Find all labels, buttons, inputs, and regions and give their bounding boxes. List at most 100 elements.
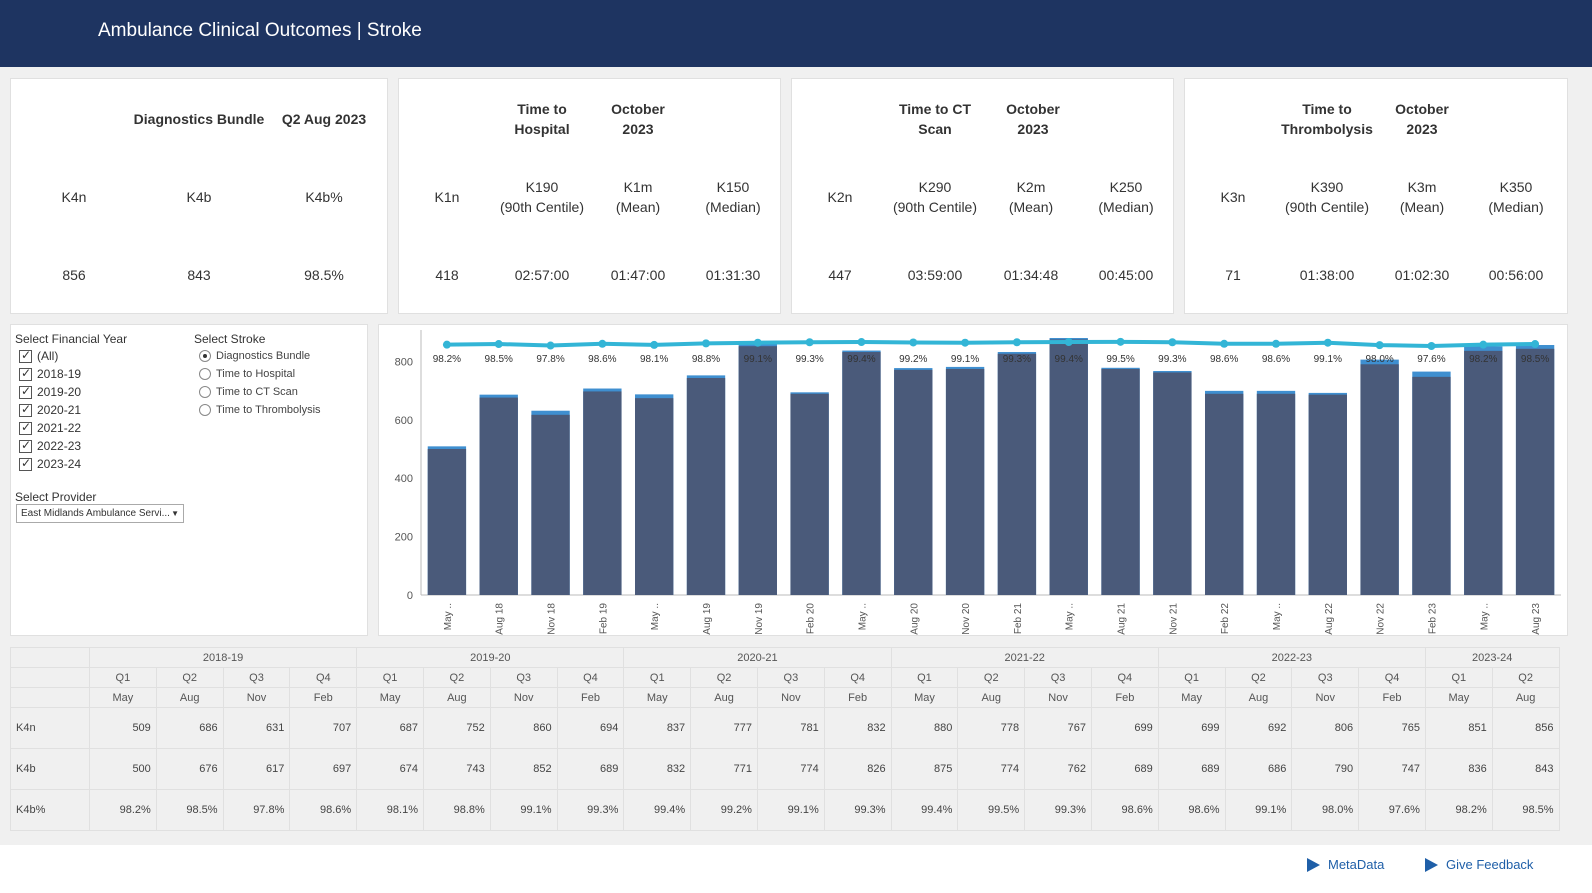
line-point <box>442 340 451 349</box>
bar-k4b <box>997 353 1037 595</box>
feedback-label: Give Feedback <box>1446 857 1534 872</box>
kpi-header: K350 <box>1499 179 1533 195</box>
line-point <box>805 338 814 347</box>
table-cell: 774 <box>957 748 1026 790</box>
bar-k4b <box>1153 372 1192 595</box>
table-cell: 686 <box>155 707 224 749</box>
checkbox-checked-icon[interactable] <box>19 456 32 471</box>
year-option[interactable]: (All) <box>19 348 58 363</box>
give-feedback-link[interactable]: Give Feedback <box>1425 857 1533 872</box>
x-tick-label: May .. <box>650 603 661 630</box>
month-header: Nov <box>1024 687 1092 708</box>
kpi-header: K390 <box>1310 179 1344 195</box>
year-option[interactable]: 2022-23 <box>19 438 81 453</box>
row-label: K4b <box>10 748 90 790</box>
bar-k4b <box>686 378 726 595</box>
kpi-header-sub: (Mean) <box>1008 199 1054 215</box>
table-cell: 699 <box>1157 707 1226 749</box>
checkbox-checked-icon[interactable] <box>19 402 32 417</box>
year-option[interactable]: 2021-22 <box>19 420 81 435</box>
kpi-header: K3m <box>1407 179 1437 195</box>
kpi-card-hospital: Time to Hospital October 2023 K1n K190 (… <box>398 78 781 314</box>
bar-k4b <box>1049 339 1088 595</box>
table-cell: 860 <box>489 707 558 749</box>
kpi-header-sub: (Median) <box>705 199 761 215</box>
kpi-period: 2023 <box>1017 121 1049 137</box>
table-cell: 98.5% <box>1491 789 1560 831</box>
checkbox-checked-icon[interactable] <box>19 366 32 381</box>
kpi-header: K4b <box>186 189 212 205</box>
radio-icon[interactable] <box>199 386 211 398</box>
bar-k4b <box>479 397 518 595</box>
line-point <box>1375 341 1384 350</box>
quarter-header: Q4 <box>289 667 358 688</box>
radio-icon[interactable] <box>199 368 211 380</box>
quarter-header: Q2 <box>422 667 491 688</box>
year-option-label: 2019-20 <box>37 385 82 399</box>
table-cell: 689 <box>556 748 625 790</box>
table-cell: 99.2% <box>690 789 758 831</box>
year-filter-label: Select Financial Year <box>15 332 128 346</box>
table-cell: 699 <box>1090 707 1159 749</box>
kpi-card-thrombolysis: Time to Thrombolysis October 2023 K3n K3… <box>1184 78 1568 314</box>
x-tick-label: Feb 23 <box>1427 603 1438 635</box>
year-option[interactable]: 2019-20 <box>19 384 82 399</box>
year-option[interactable]: 2023-24 <box>19 456 81 471</box>
chart-panel: 800 600 400 200 0 May .. Aug 18 Nov 18 Feb 19 May… <box>378 324 1568 636</box>
line-point <box>909 338 918 347</box>
bar-k4b <box>635 398 674 595</box>
line-point <box>857 338 866 347</box>
table-cell: 686 <box>1224 748 1293 790</box>
checkbox-checked-icon[interactable] <box>19 384 32 399</box>
bar-k4b <box>1515 348 1555 595</box>
kpi-value: 01:38:00 <box>1299 267 1355 283</box>
kpi-title: Time to <box>1302 101 1352 117</box>
table-row: K4b 500 676 617 697 674 743 852 689 832 771 774 826 8… <box>10 748 1560 790</box>
line-point <box>753 338 762 347</box>
table-cell: 676 <box>155 748 224 790</box>
year-header: 2020-21 <box>623 647 892 668</box>
metadata-link[interactable]: MetaData <box>1307 857 1384 872</box>
kpi-value: 01:02:30 <box>1394 267 1450 283</box>
table-cell: 707 <box>289 707 358 749</box>
kpi-header: K3n <box>1220 189 1246 205</box>
year-option[interactable]: 2018-19 <box>19 366 81 381</box>
x-tick-label: Nov 18 <box>547 603 558 635</box>
line-point <box>1479 340 1488 349</box>
radio-selected-icon[interactable] <box>199 350 211 362</box>
month-header: Feb <box>289 687 358 708</box>
table-cell: 689 <box>1090 748 1159 790</box>
stroke-option[interactable]: Diagnostics Bundle <box>199 350 310 362</box>
line-point <box>1531 340 1540 349</box>
quarter-header: Q1 <box>89 667 157 688</box>
x-tick-label: Aug 19 <box>702 603 713 635</box>
provider-dropdown[interactable]: East Midlands Ambulance Servi... ▼ <box>16 504 184 523</box>
x-tick-label: May .. <box>1065 603 1076 630</box>
line-point <box>1323 338 1332 347</box>
year-option[interactable]: 2020-21 <box>19 402 81 417</box>
data-label: 99.2% <box>899 354 927 365</box>
bar-k4b <box>945 368 985 595</box>
checkbox-checked-icon[interactable] <box>19 348 32 363</box>
caret-down-icon[interactable]: ▼ <box>171 509 179 518</box>
kpi-header-sub: (90th Centile) <box>892 199 978 215</box>
radio-icon[interactable] <box>199 404 211 416</box>
x-tick-label: Aug 22 <box>1324 603 1335 635</box>
month-header: May <box>356 687 424 708</box>
table-cell: 98.5% <box>155 789 224 831</box>
checkbox-checked-icon[interactable] <box>19 420 32 435</box>
stroke-option[interactable]: Time to Thrombolysis <box>199 404 321 416</box>
stroke-option[interactable]: Time to Hospital <box>199 368 295 380</box>
quarter-header: Q2 <box>957 667 1026 688</box>
table-cell: 98.2% <box>89 789 157 831</box>
year-header: 2022-23 <box>1157 647 1426 668</box>
y-tick-label: 800 <box>395 356 413 368</box>
provider-dropdown-value: East Midlands Ambulance Servi... <box>21 508 170 519</box>
month-header: Aug <box>1224 687 1293 708</box>
filter-panel: Select Financial Year (All) 2018-19 2019… <box>10 324 368 636</box>
data-label: 99.5% <box>1106 354 1134 365</box>
checkbox-checked-icon[interactable] <box>19 438 32 453</box>
kpi-value: 98.5% <box>304 267 344 283</box>
table-cell: 692 <box>1224 707 1293 749</box>
stroke-option[interactable]: Time to CT Scan <box>199 386 298 398</box>
